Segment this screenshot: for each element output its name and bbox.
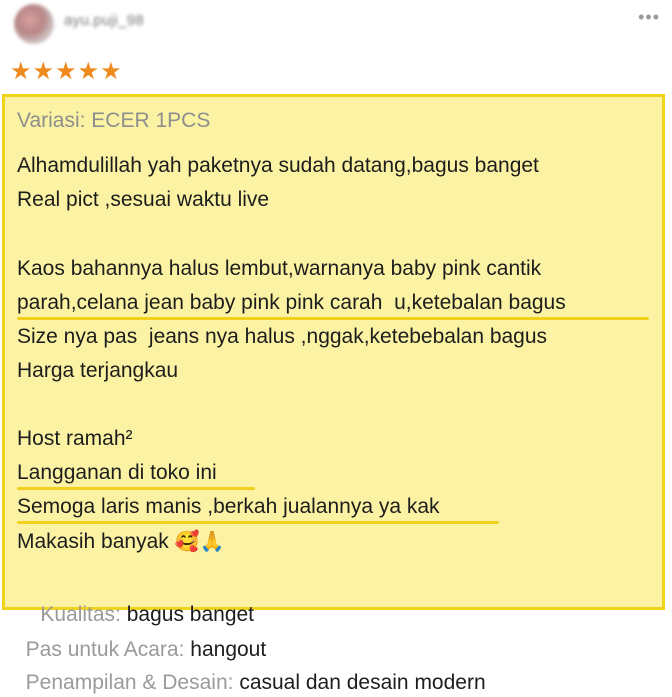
review-line-text: Makasih banyak	[17, 530, 169, 553]
avatar[interactable]	[14, 4, 54, 44]
username[interactable]: ayu.puji_98	[64, 12, 144, 29]
attribute-label: Penampilan & Desain:	[25, 671, 234, 694]
review-line: Harga terjangkau	[17, 359, 179, 382]
review-highlight-box: Variasi: ECER 1PCS Alhamdulillah yah pak…	[2, 94, 665, 626]
star-icon: ★	[32, 58, 55, 85]
highlight-underline	[17, 487, 255, 490]
emoji-icons: 🥰🙏	[174, 529, 225, 553]
review-line: Real pict ,sesuai waktu live	[17, 188, 270, 211]
star-rating: ★ ★ ★ ★ ★	[10, 58, 123, 86]
star-icon: ★	[55, 58, 77, 85]
star-icon: ★	[100, 58, 122, 85]
star-icon: ★	[10, 58, 32, 85]
more-options-icon[interactable]: •••	[638, 8, 660, 26]
highlight-underline	[17, 521, 499, 524]
review-line: Semoga laris manis ,berkah jualannya ya …	[17, 495, 440, 518]
review-header: ayu.puji_98 •••	[0, 0, 672, 58]
attribute-design: Penampilan & Desain: casual dan desain m…	[14, 641, 486, 697]
review-line: Host ramah²	[17, 427, 133, 450]
review-line: Size nya pas jeans nya halus ,nggak,kete…	[17, 325, 548, 348]
highlight-underline	[17, 317, 649, 320]
attribute-value: casual dan desain modern	[239, 671, 486, 694]
review-line: Kaos bahannya halus lembut,warnanya baby…	[17, 257, 542, 280]
review-line: parah,celana jean baby pink pink carah u…	[17, 291, 566, 314]
review-line-last: Makasih banyak 🥰🙏	[17, 527, 224, 556]
star-icon: ★	[77, 58, 100, 85]
review-line: Langganan di toko ini	[17, 461, 217, 484]
review-line: Alhamdulillah yah paketnya sudah datang,…	[17, 154, 539, 177]
variation-label: Variasi: ECER 1PCS	[17, 109, 211, 132]
